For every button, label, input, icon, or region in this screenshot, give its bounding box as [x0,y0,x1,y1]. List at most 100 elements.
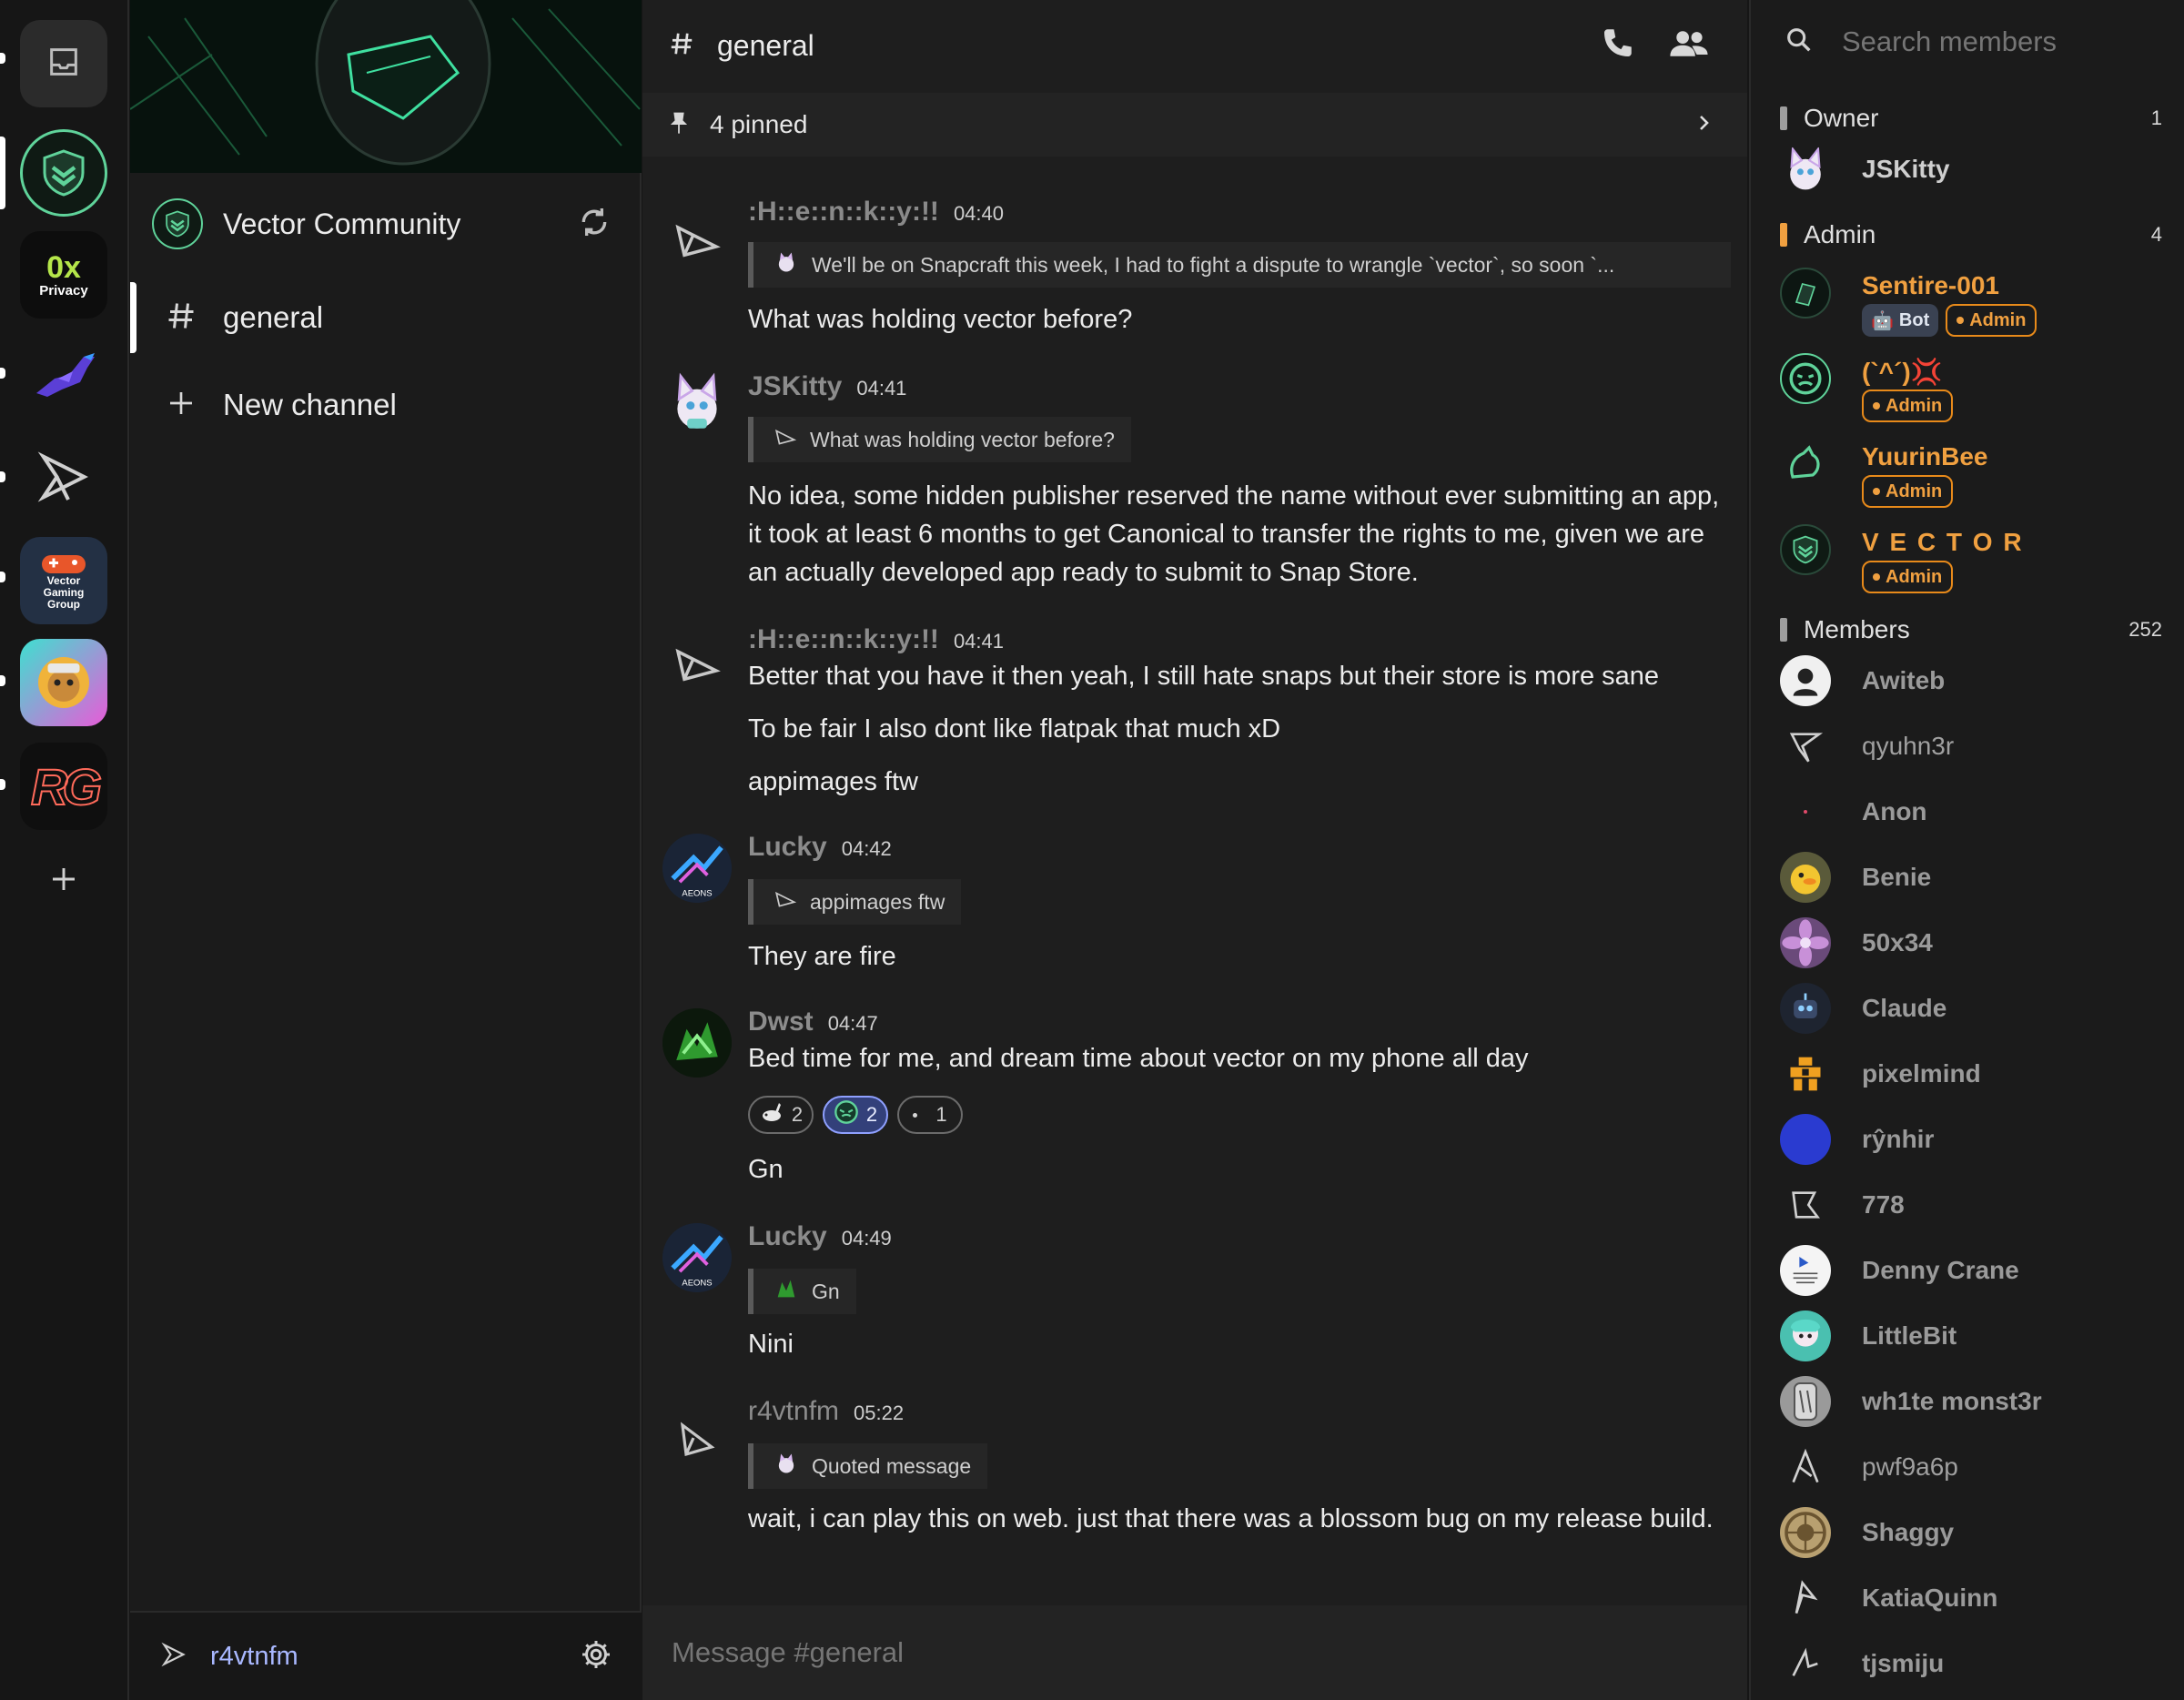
user-name[interactable]: r4vtnfm [210,1642,298,1672]
vector-shield-icon [166,210,189,238]
reaction-button[interactable]: 2 [823,1096,888,1134]
sync-button[interactable] [576,204,612,245]
member-avatar [1780,786,1831,837]
member-item[interactable]: Claude [1780,983,2162,1037]
active-channel-indicator [130,282,136,353]
user-avatar[interactable] [161,1642,187,1672]
server-vector-gaming-group[interactable]: Vector Gaming Group [20,537,107,624]
member-item[interactable]: YuurinBee Admin [1780,439,2162,511]
section-owner: Owner 1 [1780,102,2162,135]
member-name: tjsmiju [1862,1649,1945,1677]
member-avatar [1780,1245,1831,1296]
member-item[interactable]: 50x34 [1780,917,2162,972]
member-item[interactable]: Denny Crane [1780,1245,2162,1300]
message-author[interactable]: Lucky [748,1221,827,1252]
arrow-avatar-icon [774,425,797,454]
member-search[interactable] [1784,15,2166,69]
message-author[interactable]: :H::e::n::k::y:!! [748,624,939,655]
member-item[interactable]: LittleBit [1780,1310,2162,1365]
member-item[interactable]: 778 [1780,1179,2162,1234]
arrow-logo-icon [37,451,88,502]
server-rg[interactable]: RG [20,743,107,830]
message-text: Gn [748,1155,784,1184]
member-item[interactable]: wh1te monst3r [1780,1376,2162,1431]
member-name: pwf9a6p [1862,1452,1958,1481]
member-item[interactable]: Sentire-001 🤖 Bot Admin [1780,268,2162,340]
member-avatar [1780,1376,1831,1427]
message-input[interactable] [672,1636,1709,1669]
message-author[interactable]: Dwst [748,1007,814,1037]
message-author[interactable]: Lucky [748,832,827,863]
member-item[interactable]: (`^´)💢 Admin [1780,353,2162,426]
server-rg-text: RG [30,757,103,816]
new-channel-button[interactable]: New channel [130,366,642,444]
server-pixel-bird[interactable] [20,329,107,417]
member-avatar [1780,439,1831,490]
reply-quote[interactable]: Quoted message [748,1443,988,1489]
member-avatar [1780,1179,1831,1230]
pixel-bird-icon [36,353,95,397]
member-item[interactable]: Awiteb [1780,655,2162,710]
server-arrow[interactable] [20,433,107,521]
member-avatar [1780,917,1831,968]
inbox-button[interactable] [20,20,107,107]
user-avatar[interactable] [662,1008,732,1078]
member-name: rŷnhir [1862,1125,1935,1153]
reply-quote[interactable]: We'll be on Snapcraft this week, I had t… [748,242,1731,288]
member-item[interactable]: pwf9a6p [1780,1442,2162,1496]
settings-button[interactable] [580,1638,612,1675]
chevron-right-icon [1693,112,1714,138]
member-item[interactable]: rŷnhir [1780,1114,2162,1169]
user-avatar[interactable]: AEONS [662,1223,732,1292]
member-name: 50x34 [1862,928,1933,956]
admin-badge: Admin [1862,475,1954,508]
user-avatar[interactable] [662,368,732,437]
member-item[interactable]: qyuhn3r [1780,721,2162,775]
member-name: (`^´)💢 [1862,358,1943,386]
member-item[interactable]: tjsmiju [1780,1638,2162,1693]
message-author[interactable]: :H::e::n::k::y:!! [748,197,939,228]
message-author[interactable]: r4vtnfm [748,1396,839,1427]
member-item[interactable]: V E C T O R Admin [1780,524,2162,597]
unread-indicator [0,368,5,379]
reaction-button[interactable]: 2 [748,1096,814,1134]
lion-avatar-icon [38,657,89,708]
message-composer[interactable] [642,1605,1747,1700]
reaction-button[interactable]: 1 [897,1096,963,1134]
section-label: Members [1804,615,1910,643]
member-avatar [1780,1442,1831,1493]
pinned-bar[interactable]: 4 pinned [642,93,1747,157]
member-name: pixelmind [1862,1059,1981,1088]
svg-text:AEONS: AEONS [682,888,712,898]
message-text: They are fire [748,942,896,971]
server-0x-privacy[interactable]: 0x Privacy [20,231,107,319]
channel-item-general[interactable]: general [130,278,642,357]
member-item[interactable]: Anon [1780,786,2162,841]
member-item[interactable]: Shaggy [1780,1507,2162,1562]
member-item[interactable]: pixelmind [1780,1048,2162,1103]
member-item[interactable]: Benie [1780,852,2162,906]
reply-quote[interactable]: Gn [748,1269,856,1314]
community-header[interactable]: Vector Community [152,198,625,249]
chat-header: general [642,0,1747,91]
member-avatar [1780,655,1831,706]
user-avatar[interactable] [662,1405,732,1474]
call-button[interactable] [1598,25,1636,67]
member-item[interactable]: KatiaQuinn [1780,1573,2162,1627]
message-author[interactable]: JSKitty [748,371,842,402]
user-avatar[interactable] [662,206,732,275]
members-toggle-button[interactable] [1667,25,1711,67]
server-lion[interactable] [20,639,107,726]
server-vector-community[interactable] [20,129,107,217]
reply-quote[interactable]: What was holding vector before? [748,417,1131,462]
reply-quote[interactable]: appimages ftw [748,879,962,925]
member-search-input[interactable] [1842,25,2151,58]
member-avatar [1780,721,1831,772]
user-avatar[interactable] [662,630,732,699]
member-avatar [1780,1310,1831,1361]
green-face-emoji-icon [834,1099,859,1130]
member-item[interactable]: JSKitty [1780,144,2162,198]
message-time: 04:49 [841,1227,892,1250]
user-avatar[interactable]: AEONS [662,834,732,903]
add-server-button[interactable] [46,861,82,897]
